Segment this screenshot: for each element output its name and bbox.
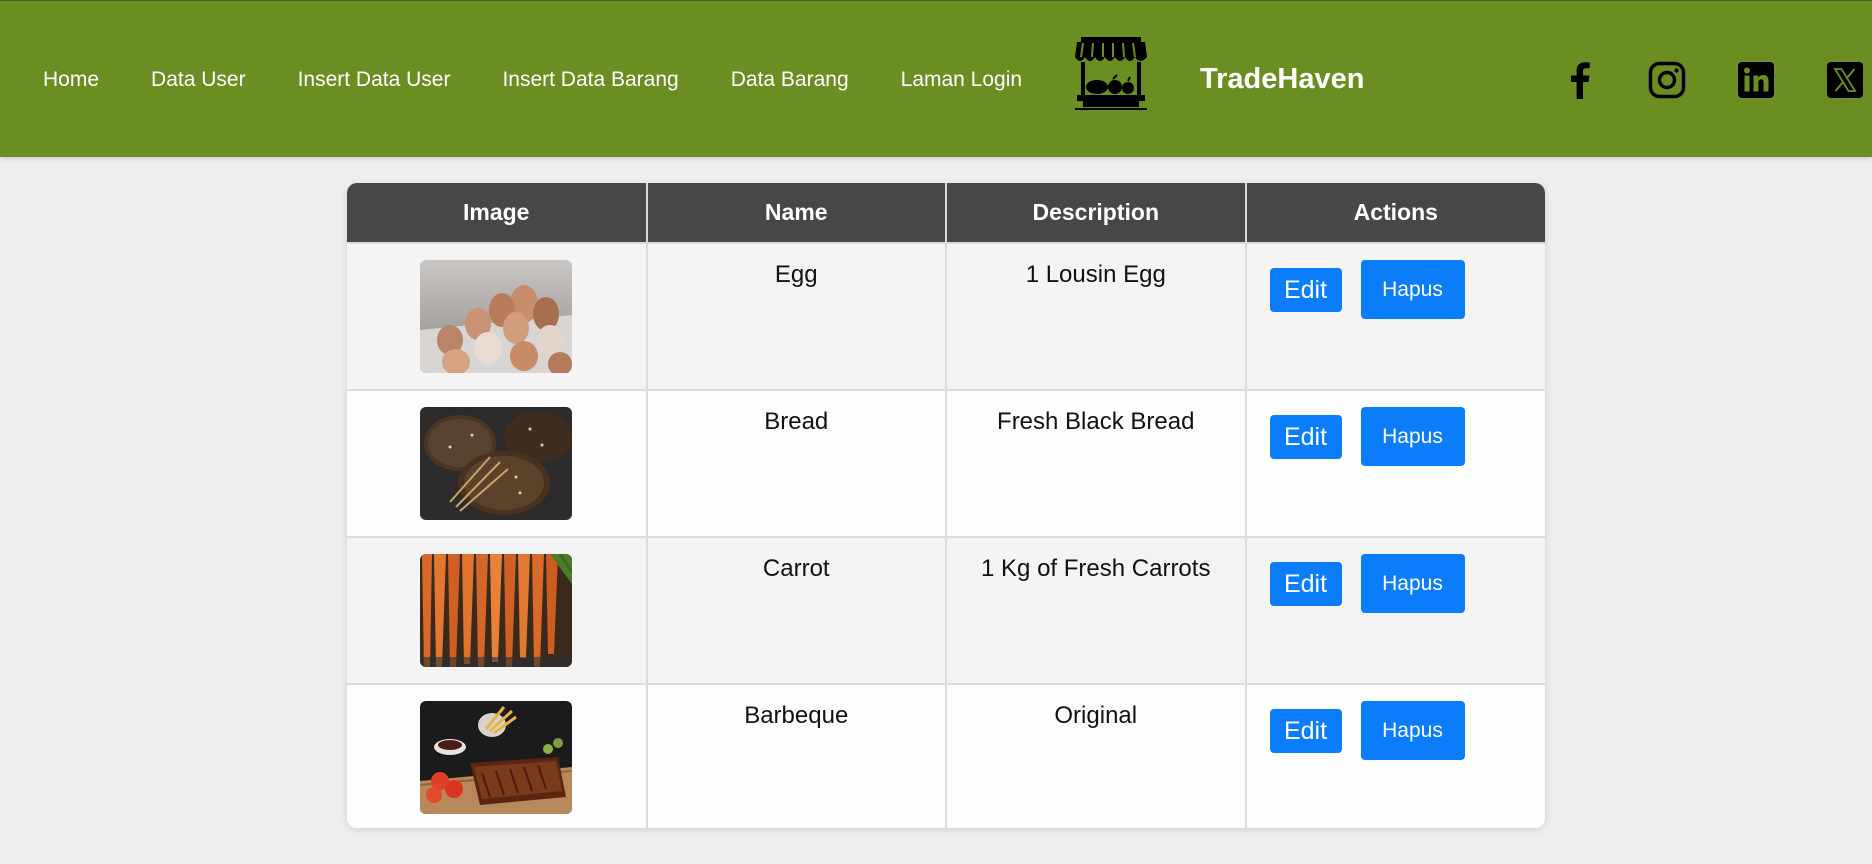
item-name: Carrot xyxy=(762,555,830,582)
delete-button[interactable]: Hapus xyxy=(1360,407,1465,466)
item-name: Egg xyxy=(774,261,818,288)
delete-button[interactable]: Hapus xyxy=(1360,554,1465,613)
description-cell: Fresh Black Bread xyxy=(945,389,1246,537)
name-cell: Barbeque xyxy=(645,683,946,828)
item-description: Fresh Black Bread xyxy=(997,408,1195,435)
header-image: Image xyxy=(347,183,647,243)
nav-links: Home Data User Insert Data User Insert D… xyxy=(43,1,1074,158)
edit-button[interactable]: Edit xyxy=(1269,562,1342,606)
nav-link-laman-login[interactable]: Laman Login xyxy=(901,68,1022,92)
header-name: Name xyxy=(645,183,946,243)
item-description: Original xyxy=(1054,702,1138,729)
image-cell xyxy=(347,242,647,390)
delete-button[interactable]: Hapus xyxy=(1360,260,1465,319)
table-row: Carrot 1 Kg of Fresh Carrots Edit Hapus xyxy=(347,536,1545,684)
nav-link-data-user[interactable]: Data User xyxy=(151,68,246,92)
actions-cell: Edit Hapus xyxy=(1244,536,1545,684)
table-header-row: Image Name Description Actions xyxy=(347,183,1545,243)
item-name: Barbeque xyxy=(744,702,849,729)
nav-link-insert-data-user[interactable]: Insert Data User xyxy=(298,68,451,92)
edit-button[interactable]: Edit xyxy=(1269,709,1342,753)
table-row: Bread Fresh Black Bread Edit Hapus xyxy=(347,389,1545,537)
description-cell: 1 Kg of Fresh Carrots xyxy=(945,536,1246,684)
description-cell: Original xyxy=(945,683,1246,828)
nav-link-data-barang[interactable]: Data Barang xyxy=(731,68,849,92)
top-navbar: Home Data User Insert Data User Insert D… xyxy=(0,0,1872,157)
table-row: Egg 1 Lousin Egg Edit Hapus xyxy=(347,242,1545,390)
bread-photo xyxy=(420,407,573,520)
actions-cell: Edit Hapus xyxy=(1244,242,1545,390)
edit-button[interactable]: Edit xyxy=(1269,415,1342,459)
items-table-container: Image Name Description Actions Egg 1 Lou… xyxy=(347,183,1545,828)
eggs-photo xyxy=(420,260,573,373)
header-actions: Actions xyxy=(1244,183,1545,243)
facebook-icon[interactable] xyxy=(1561,61,1599,99)
brand-name[interactable]: TradeHaven xyxy=(1200,61,1364,97)
image-cell xyxy=(347,536,647,684)
name-cell: Egg xyxy=(645,242,946,390)
barbeque-photo xyxy=(420,701,573,814)
header-description: Description xyxy=(945,183,1246,243)
carrots-photo xyxy=(420,554,573,667)
edit-button[interactable]: Edit xyxy=(1269,268,1342,312)
name-cell: Carrot xyxy=(645,536,946,684)
table-row: Barbeque Original Edit Hapus xyxy=(347,683,1545,828)
x-icon[interactable] xyxy=(1826,61,1864,99)
item-description: 1 Kg of Fresh Carrots xyxy=(981,555,1211,582)
delete-button[interactable]: Hapus xyxy=(1360,701,1465,760)
items-table: Image Name Description Actions Egg 1 Lou… xyxy=(347,183,1545,828)
instagram-icon[interactable] xyxy=(1648,61,1686,99)
nav-link-insert-data-barang[interactable]: Insert Data Barang xyxy=(502,68,678,92)
linkedin-icon[interactable] xyxy=(1737,61,1775,99)
image-cell xyxy=(347,389,647,537)
description-cell: 1 Lousin Egg xyxy=(945,242,1246,390)
market-stall-icon[interactable] xyxy=(1073,35,1149,111)
actions-cell: Edit Hapus xyxy=(1244,389,1545,537)
nav-link-home[interactable]: Home xyxy=(43,68,99,92)
image-cell xyxy=(347,683,647,828)
actions-cell: Edit Hapus xyxy=(1244,683,1545,828)
item-name: Bread xyxy=(764,408,829,435)
name-cell: Bread xyxy=(645,389,946,537)
item-description: 1 Lousin Egg xyxy=(1025,261,1166,288)
